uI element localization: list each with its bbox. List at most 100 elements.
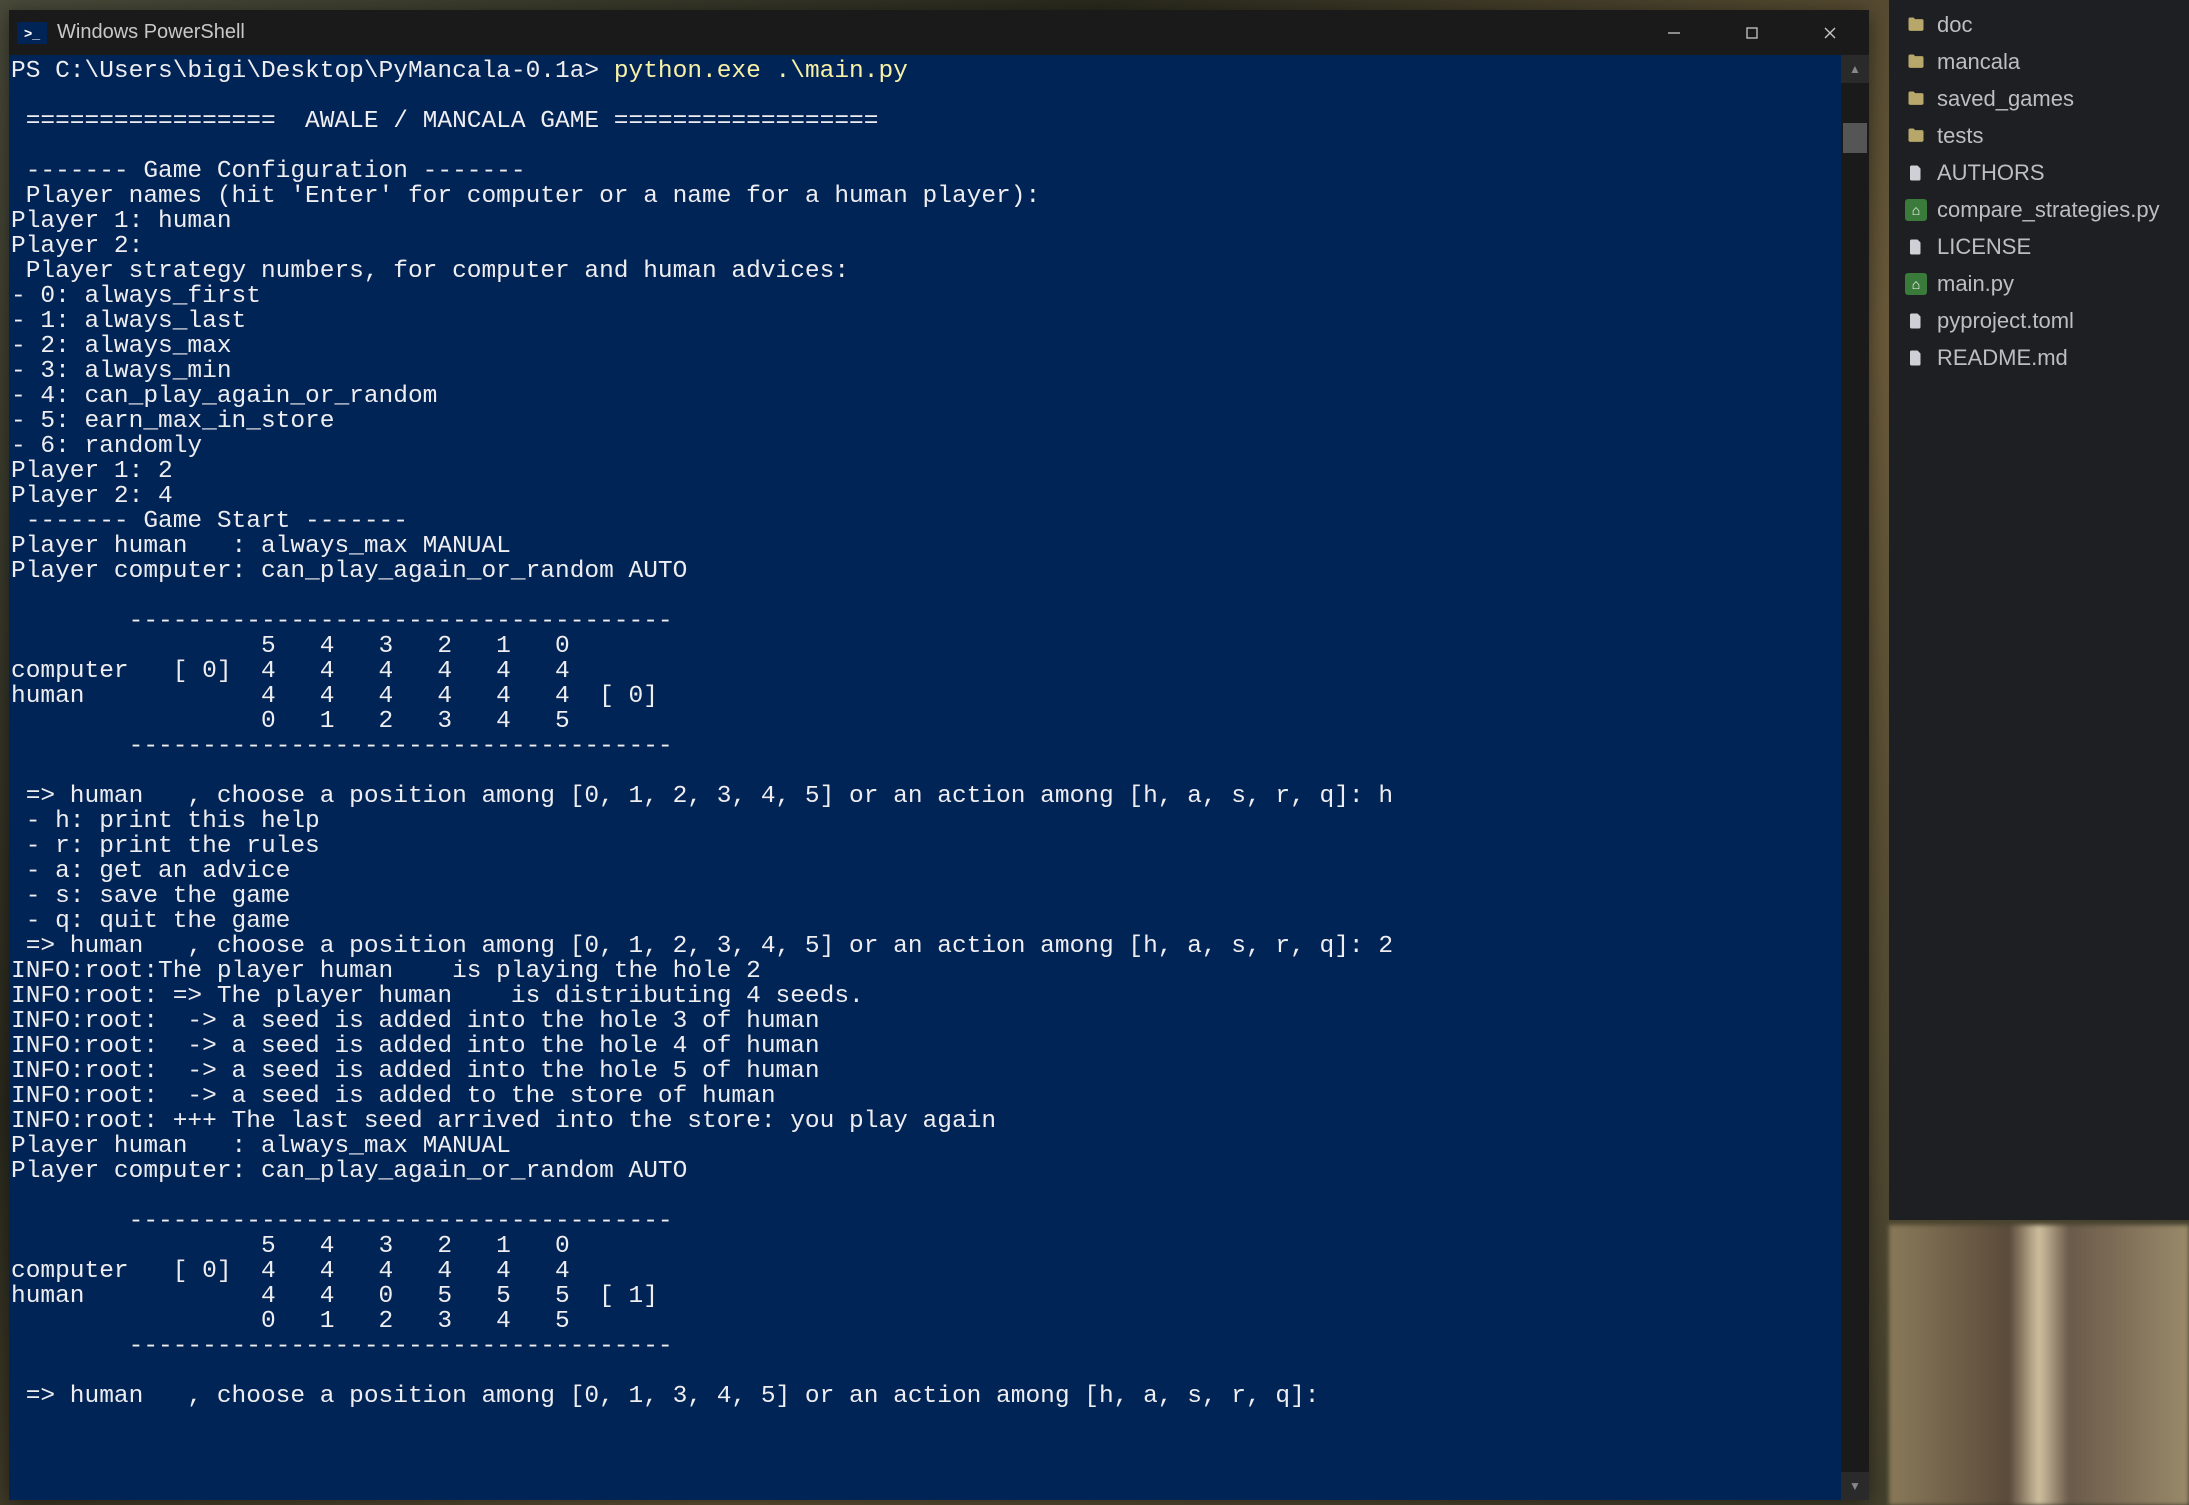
folder-item[interactable]: saved_games bbox=[1889, 80, 2189, 117]
terminal-line: - 5: earn_max_in_store bbox=[11, 409, 1839, 434]
terminal-line: human 4 4 4 4 4 4 [ 0] bbox=[11, 684, 1839, 709]
terminal-line bbox=[11, 584, 1839, 609]
terminal-line: Player human : always_max MANUAL bbox=[11, 534, 1839, 559]
terminal-line: 0 1 2 3 4 5 bbox=[11, 709, 1839, 734]
file-label: compare_strategies.py bbox=[1937, 197, 2160, 223]
terminal-line bbox=[11, 759, 1839, 784]
titlebar[interactable]: >_ Windows PowerShell bbox=[9, 10, 1869, 55]
file-item[interactable]: LICENSE bbox=[1889, 228, 2189, 265]
terminal-line: INFO:root: -> a seed is added into the h… bbox=[11, 1009, 1839, 1034]
terminal-line: ------------------------------------- bbox=[11, 1209, 1839, 1234]
file-icon bbox=[1905, 236, 1927, 258]
terminal-line: INFO:root: => The player human is distri… bbox=[11, 984, 1839, 1009]
terminal-line: ------------------------------------- bbox=[11, 1334, 1839, 1359]
scroll-thumb[interactable] bbox=[1843, 123, 1867, 153]
terminal-line: - 3: always_min bbox=[11, 359, 1839, 384]
terminal-line bbox=[11, 84, 1839, 109]
file-label: saved_games bbox=[1937, 86, 2074, 112]
terminal-line bbox=[11, 1184, 1839, 1209]
file-label: AUTHORS bbox=[1937, 160, 2045, 186]
terminal-line: - 4: can_play_again_or_random bbox=[11, 384, 1839, 409]
terminal-line: - 6: randomly bbox=[11, 434, 1839, 459]
powershell-icon: >_ bbox=[17, 22, 47, 44]
terminal-line: ------------------------------------- bbox=[11, 734, 1839, 759]
file-icon bbox=[1905, 347, 1927, 369]
scrollbar[interactable]: ▲ ▼ bbox=[1841, 55, 1869, 1500]
file-label: doc bbox=[1937, 12, 1972, 38]
terminal-output[interactable]: PS C:\Users\bigi\Desktop\PyMancala-0.1a>… bbox=[9, 55, 1841, 1500]
terminal-line: - r: print the rules bbox=[11, 834, 1839, 859]
terminal-line: ------- Game Start ------- bbox=[11, 509, 1839, 534]
terminal-line: Player 2: 4 bbox=[11, 484, 1839, 509]
file-icon bbox=[1905, 310, 1927, 332]
folder-icon bbox=[1905, 51, 1927, 73]
terminal-line: 5 4 3 2 1 0 bbox=[11, 634, 1839, 659]
file-item[interactable]: README.md bbox=[1889, 339, 2189, 376]
terminal-line: Player human : always_max MANUAL bbox=[11, 1134, 1839, 1159]
terminal-line: - s: save the game bbox=[11, 884, 1839, 909]
terminal-line: - a: get an advice bbox=[11, 859, 1839, 884]
folder-item[interactable]: doc bbox=[1889, 6, 2189, 43]
terminal-line: 0 1 2 3 4 5 bbox=[11, 1309, 1839, 1334]
terminal-line: - 1: always_last bbox=[11, 309, 1839, 334]
terminal-line: => human , choose a position among [0, 1… bbox=[11, 1384, 1839, 1409]
terminal-line: 5 4 3 2 1 0 bbox=[11, 1234, 1839, 1259]
terminal-line: Player names (hit 'Enter' for computer o… bbox=[11, 184, 1839, 209]
scroll-up-button[interactable]: ▲ bbox=[1841, 55, 1869, 83]
file-label: tests bbox=[1937, 123, 1983, 149]
terminal-line bbox=[11, 134, 1839, 159]
file-label: main.py bbox=[1937, 271, 2014, 297]
file-item[interactable]: pyproject.toml bbox=[1889, 302, 2189, 339]
python-file-icon: ⌂ bbox=[1905, 273, 1927, 295]
terminal-line: => human , choose a position among [0, 1… bbox=[11, 934, 1839, 959]
terminal-line: - 2: always_max bbox=[11, 334, 1839, 359]
close-button[interactable] bbox=[1791, 10, 1869, 55]
maximize-button[interactable] bbox=[1713, 10, 1791, 55]
minimize-icon bbox=[1666, 25, 1682, 41]
prompt-line: PS C:\Users\bigi\Desktop\PyMancala-0.1a>… bbox=[11, 59, 1839, 84]
terminal-line: INFO:root:The player human is playing th… bbox=[11, 959, 1839, 984]
terminal-line bbox=[11, 1409, 1839, 1434]
close-icon bbox=[1822, 25, 1838, 41]
file-item[interactable]: AUTHORS bbox=[1889, 154, 2189, 191]
file-label: pyproject.toml bbox=[1937, 308, 2074, 334]
terminal-line: - 0: always_first bbox=[11, 284, 1839, 309]
terminal-line: ------------------------------------- bbox=[11, 609, 1839, 634]
folder-item[interactable]: tests bbox=[1889, 117, 2189, 154]
file-tree-panel: docmancalasaved_gamestestsAUTHORS⌂compar… bbox=[1889, 0, 2189, 1220]
maximize-icon bbox=[1744, 25, 1760, 41]
folder-item[interactable]: mancala bbox=[1889, 43, 2189, 80]
terminal-line: INFO:root: -> a seed is added to the sto… bbox=[11, 1084, 1839, 1109]
folder-icon bbox=[1905, 88, 1927, 110]
minimize-button[interactable] bbox=[1635, 10, 1713, 55]
file-label: mancala bbox=[1937, 49, 2020, 75]
terminal-line: INFO:root: +++ The last seed arrived int… bbox=[11, 1109, 1839, 1134]
scroll-track[interactable] bbox=[1841, 83, 1869, 1472]
terminal-line: ================= AWALE / MANCALA GAME =… bbox=[11, 109, 1839, 134]
window-title: Windows PowerShell bbox=[57, 21, 245, 44]
terminal-line: Player strategy numbers, for computer an… bbox=[11, 259, 1839, 284]
powershell-window: >_ Windows PowerShell PS C:\Users\bigi\D… bbox=[9, 10, 1869, 1500]
terminal-line: => human , choose a position among [0, 1… bbox=[11, 784, 1839, 809]
file-item[interactable]: ⌂compare_strategies.py bbox=[1889, 191, 2189, 228]
folder-icon bbox=[1905, 125, 1927, 147]
scroll-down-button[interactable]: ▼ bbox=[1841, 1472, 1869, 1500]
desktop-background-blur bbox=[1889, 1225, 2189, 1505]
terminal-line: INFO:root: -> a seed is added into the h… bbox=[11, 1034, 1839, 1059]
file-label: LICENSE bbox=[1937, 234, 2031, 260]
terminal-line: - q: quit the game bbox=[11, 909, 1839, 934]
folder-icon bbox=[1905, 14, 1927, 36]
terminal-line: computer [ 0] 4 4 4 4 4 4 bbox=[11, 659, 1839, 684]
terminal-line bbox=[11, 1359, 1839, 1384]
terminal-line: human 4 4 0 5 5 5 [ 1] bbox=[11, 1284, 1839, 1309]
terminal-line: Player computer: can_play_again_or_rando… bbox=[11, 1159, 1839, 1184]
terminal-line: INFO:root: -> a seed is added into the h… bbox=[11, 1059, 1839, 1084]
terminal-line: - h: print this help bbox=[11, 809, 1839, 834]
terminal-line: Player 1: 2 bbox=[11, 459, 1839, 484]
terminal-line: computer [ 0] 4 4 4 4 4 4 bbox=[11, 1259, 1839, 1284]
file-label: README.md bbox=[1937, 345, 2068, 371]
file-item[interactable]: ⌂ main.py bbox=[1889, 265, 2189, 302]
command-text: python.exe .\main.py bbox=[614, 58, 908, 85]
terminal-line: Player computer: can_play_again_or_rando… bbox=[11, 559, 1839, 584]
file-icon bbox=[1905, 162, 1927, 184]
